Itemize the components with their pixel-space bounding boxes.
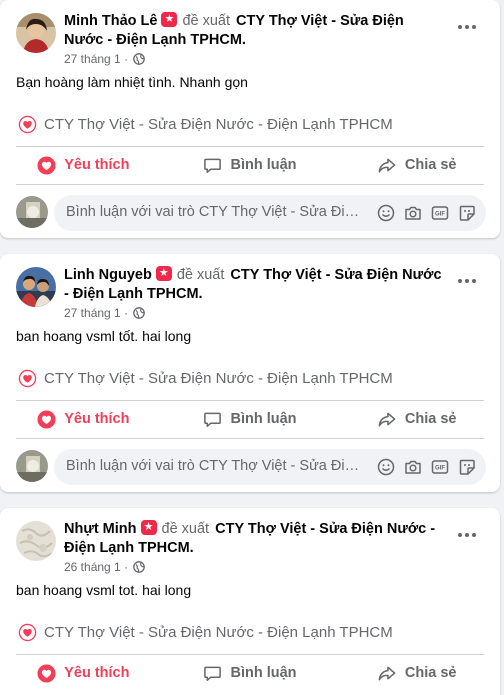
page-avatar[interactable] — [16, 196, 48, 228]
heart-outline-icon — [18, 115, 37, 134]
recommendation-badge-icon — [155, 265, 172, 281]
recommended-page[interactable]: CTY Thợ Việt - Sửa Điện Nước - Điện Lạnh… — [18, 623, 393, 642]
camera-icon[interactable] — [404, 458, 422, 476]
share-icon — [378, 412, 396, 426]
like-label: Yêu thích — [64, 157, 130, 173]
globe-icon — [133, 307, 146, 319]
heart-icon — [37, 663, 56, 683]
recommendation-badge-icon — [161, 11, 178, 27]
comment-tools: GIF — [368, 204, 476, 222]
svg-text:GIF: GIF — [435, 466, 445, 472]
meta-separator: · — [124, 52, 129, 66]
recommend-verb: đề xuất — [176, 267, 225, 283]
post-header: Nhựt Minhđề xuất CTY Thợ Việt - Sửa Điện… — [64, 519, 444, 575]
comment-input[interactable]: Bình luận với vai trò CTY Thợ Việt - Sửa… — [54, 195, 486, 231]
comment-label: Bình luận — [230, 411, 297, 427]
comment-label: Bình luận — [230, 157, 297, 173]
comment-label: Bình luận — [230, 665, 297, 681]
svg-text:GIF: GIF — [435, 212, 445, 218]
heart-outline-icon — [18, 623, 37, 642]
comment-composer: Bình luận với vai trò CTY Thợ Việt - Sửa… — [16, 449, 486, 485]
action-bar: Yêu thích Bình luận Chia sẻ — [0, 401, 500, 437]
comment-placeholder: Bình luận với vai trò CTY Thợ Việt - Sửa… — [66, 458, 366, 474]
comment-icon — [204, 158, 222, 173]
action-bar: Yêu thích Bình luận Chia sẻ — [0, 147, 500, 183]
comment-button[interactable]: Bình luận — [167, 655, 334, 691]
more-options-icon[interactable] — [458, 278, 478, 286]
emoji-icon[interactable] — [377, 204, 395, 222]
heart-icon — [37, 409, 56, 429]
comment-tools: GIF — [368, 458, 476, 476]
author-name[interactable]: Linh Nguyeb — [64, 267, 152, 283]
post-meta: 27 tháng 1 · — [64, 305, 444, 321]
comment-input[interactable]: Bình luận với vai trò CTY Thợ Việt - Sửa… — [54, 449, 486, 485]
comment-icon — [204, 412, 222, 427]
sticker-icon[interactable] — [458, 458, 476, 476]
comment-button[interactable]: Bình luận — [167, 401, 334, 437]
post-date[interactable]: 27 tháng 1 — [64, 52, 121, 66]
recommended-page[interactable]: CTY Thợ Việt - Sửa Điện Nước - Điện Lạnh… — [18, 369, 393, 388]
recommended-page[interactable]: CTY Thợ Việt - Sửa Điện Nước - Điện Lạnh… — [18, 115, 393, 134]
like-button[interactable]: Yêu thích — [0, 147, 167, 183]
comment-placeholder: Bình luận với vai trò CTY Thợ Việt - Sửa… — [66, 204, 366, 220]
author-name[interactable]: Nhựt Minh — [64, 521, 137, 537]
like-button[interactable]: Yêu thích — [0, 401, 167, 437]
like-button[interactable]: Yêu thích — [0, 655, 167, 691]
avatar[interactable] — [16, 521, 56, 561]
share-icon — [378, 158, 396, 172]
emoji-icon[interactable] — [377, 458, 395, 476]
globe-icon — [133, 53, 146, 65]
recommended-page-name: CTY Thợ Việt - Sửa Điện Nước - Điện Lạnh… — [44, 116, 393, 133]
author-name[interactable]: Minh Thảo Lê — [64, 13, 157, 29]
share-icon — [378, 666, 396, 680]
page-avatar[interactable] — [16, 450, 48, 482]
camera-icon[interactable] — [404, 204, 422, 222]
post-card: Linh Nguyeb đề xuất CTY Thợ Việt - Sửa Đi… — [0, 254, 500, 492]
avatar[interactable] — [16, 13, 56, 53]
divider — [16, 184, 484, 185]
share-label: Chia sẻ — [404, 157, 457, 173]
comment-icon — [204, 666, 222, 681]
comment-composer: Bình luận với vai trò CTY Thợ Việt - Sửa… — [16, 195, 486, 231]
gif-icon[interactable]: GIF — [431, 204, 449, 222]
recommend-verb: đề xuất — [161, 521, 210, 537]
comment-button[interactable]: Bình luận — [167, 147, 334, 183]
heart-outline-icon — [18, 369, 37, 388]
divider — [16, 438, 484, 439]
recommendation-badge-icon — [140, 519, 157, 535]
share-button[interactable]: Chia sẻ — [333, 401, 500, 437]
gif-icon[interactable]: GIF — [431, 458, 449, 476]
more-options-icon[interactable] — [458, 532, 478, 540]
post-card: Nhựt Minh đề xuất CTY Thợ Việt - Sửa Điện… — [0, 508, 500, 695]
review-text: ban hoang vsml tot. hai long — [16, 582, 192, 598]
share-button[interactable]: Chia sẻ — [333, 655, 500, 691]
heart-icon — [37, 155, 56, 175]
post-meta: 26 tháng 1 · — [64, 559, 444, 575]
recommend-verb: đề xuất — [182, 13, 231, 29]
post-header: Linh Nguyebđề xuất CTY Thợ Việt - Sửa Đi… — [64, 265, 444, 321]
recommended-page-name: CTY Thợ Việt - Sửa Điện Nước - Điện Lạnh… — [44, 370, 393, 387]
meta-separator: · — [124, 306, 129, 320]
review-text: Bạn hoàng làm nhiệt tình. Nhanh gọn — [16, 74, 248, 90]
recommended-page-name: CTY Thợ Việt - Sửa Điện Nước - Điện Lạnh… — [44, 624, 393, 641]
share-label: Chia sẻ — [404, 411, 457, 427]
globe-icon — [133, 561, 146, 573]
post-header: Minh Thảo Lêđề xuất CTY Thợ Việt - Sửa Đ… — [64, 11, 444, 67]
meta-separator: · — [124, 560, 129, 574]
post-date[interactable]: 27 tháng 1 — [64, 306, 121, 320]
post-card: Minh Thảo Lê đề xuất CTY Thợ Việt - Sửa Đ… — [0, 0, 500, 238]
share-button[interactable]: Chia sẻ — [333, 147, 500, 183]
post-date[interactable]: 26 tháng 1 — [64, 560, 121, 574]
share-label: Chia sẻ — [404, 665, 457, 681]
post-meta: 27 tháng 1 · — [64, 51, 444, 67]
like-label: Yêu thích — [64, 665, 130, 681]
sticker-icon[interactable] — [458, 204, 476, 222]
like-label: Yêu thích — [64, 411, 130, 427]
review-text: ban hoang vsml tốt. hai long — [16, 328, 192, 344]
avatar[interactable] — [16, 267, 56, 307]
action-bar: Yêu thích Bình luận Chia sẻ — [0, 655, 500, 691]
more-options-icon[interactable] — [458, 24, 478, 32]
